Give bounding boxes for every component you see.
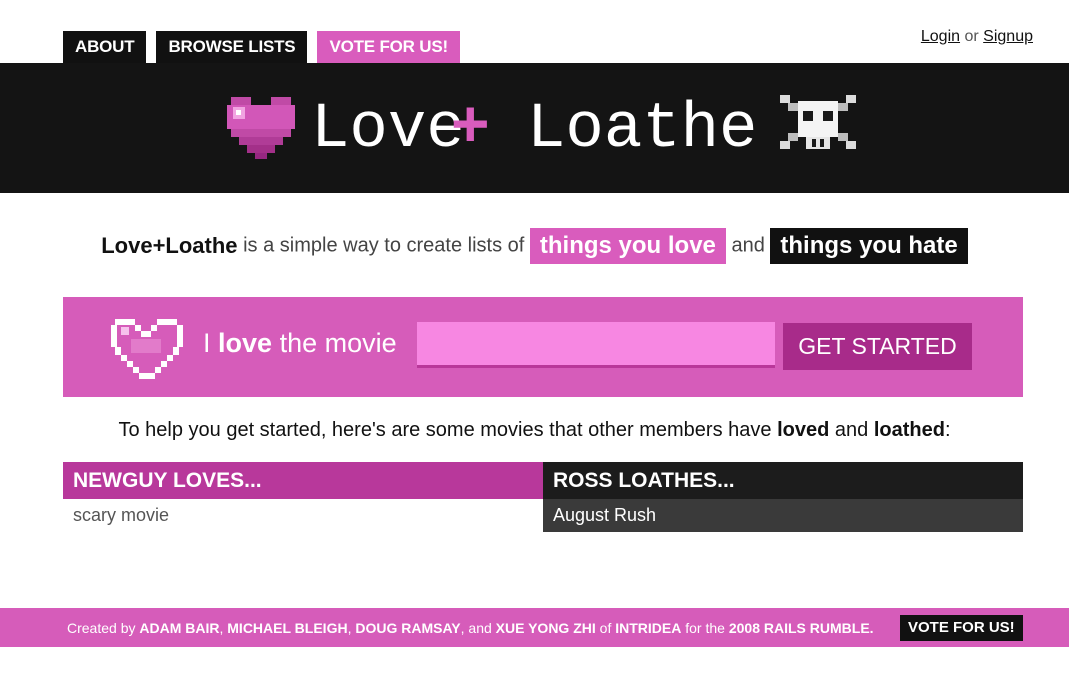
- helper-text-body: To help you get started, here's are some…: [118, 419, 772, 441]
- login-link[interactable]: Login: [921, 28, 960, 45]
- skull-icon: [780, 95, 856, 149]
- footer: Created by ADAM BAIR, MICHAEL BLEIGH, DO…: [0, 608, 1069, 647]
- get-started-button[interactable]: GET STARTED: [783, 323, 972, 370]
- logo-loathe-text: Loathe: [527, 94, 757, 166]
- start-list-form: I love the movie GET STARTED: [63, 297, 1023, 397]
- things-you-hate-badge: things you hate: [770, 228, 968, 264]
- tagline-brand: Love+Loathe: [101, 233, 238, 258]
- logo-love-text: Love: [311, 94, 465, 166]
- list-item[interactable]: scary movie: [63, 499, 543, 532]
- helper-text: To help you get started, here's are some…: [0, 419, 1069, 442]
- logo-plus-text: +: [451, 86, 490, 160]
- footer-author[interactable]: XUE YONG ZHI: [496, 620, 596, 636]
- header-banner: Love + Loathe: [0, 63, 1069, 193]
- things-you-love-badge: things you love: [529, 228, 726, 264]
- loathes-list: ROSS LOATHES... August Rush: [543, 462, 1023, 532]
- top-nav: ABOUT BROWSE LISTS VOTE FOR US!: [63, 31, 460, 63]
- footer-credits: Created by ADAM BAIR, MICHAEL BLEIGH, DO…: [67, 620, 874, 636]
- form-lead: I love the movie: [203, 328, 397, 359]
- outline-heart-icon: [111, 319, 183, 379]
- auth-links: Login or Signup: [921, 28, 1033, 46]
- loves-list: NEWGUY LOVES... scary movie: [63, 462, 543, 532]
- nav-about-link[interactable]: ABOUT: [63, 31, 147, 63]
- form-lead-prefix: I: [203, 328, 211, 358]
- tagline: Love+Loathe is a simple way to create li…: [0, 228, 1069, 264]
- heart-icon: [227, 97, 295, 159]
- tagline-and: and: [731, 234, 765, 257]
- signup-link[interactable]: Signup: [983, 28, 1033, 45]
- helper-loathed: loathed: [873, 419, 945, 441]
- form-lead-verb[interactable]: love: [218, 328, 272, 358]
- movie-input[interactable]: [417, 322, 775, 368]
- tagline-text: is a simple way to create lists of: [243, 234, 525, 257]
- footer-vote-button[interactable]: VOTE FOR US!: [900, 615, 1023, 641]
- list-item[interactable]: August Rush: [543, 499, 1023, 532]
- footer-and: and: [468, 620, 492, 636]
- helper-and: and: [834, 419, 869, 441]
- helper-colon: :: [944, 419, 951, 441]
- footer-created: Created by: [67, 620, 136, 636]
- loves-list-title[interactable]: NEWGUY LOVES...: [63, 462, 543, 499]
- nav-browse-lists-link[interactable]: BROWSE LISTS: [156, 31, 308, 63]
- footer-author[interactable]: MICHAEL BLEIGH: [227, 620, 347, 636]
- footer-of: of: [599, 620, 612, 636]
- footer-author[interactable]: DOUG RAMSAY: [355, 620, 460, 636]
- site-logo[interactable]: Love + Loathe: [0, 63, 1069, 193]
- footer-author[interactable]: ADAM BAIR: [139, 620, 219, 636]
- footer-company[interactable]: INTRIDEA: [615, 620, 681, 636]
- footer-event[interactable]: 2008 RAILS RUMBLE.: [729, 620, 874, 636]
- auth-separator: or: [964, 28, 979, 45]
- nav-vote-link[interactable]: VOTE FOR US!: [317, 31, 460, 63]
- helper-loved: loved: [777, 419, 830, 441]
- footer-for: for the: [685, 620, 725, 636]
- form-lead-suffix: the movie: [279, 328, 397, 358]
- loathes-list-title[interactable]: ROSS LOATHES...: [543, 462, 1023, 499]
